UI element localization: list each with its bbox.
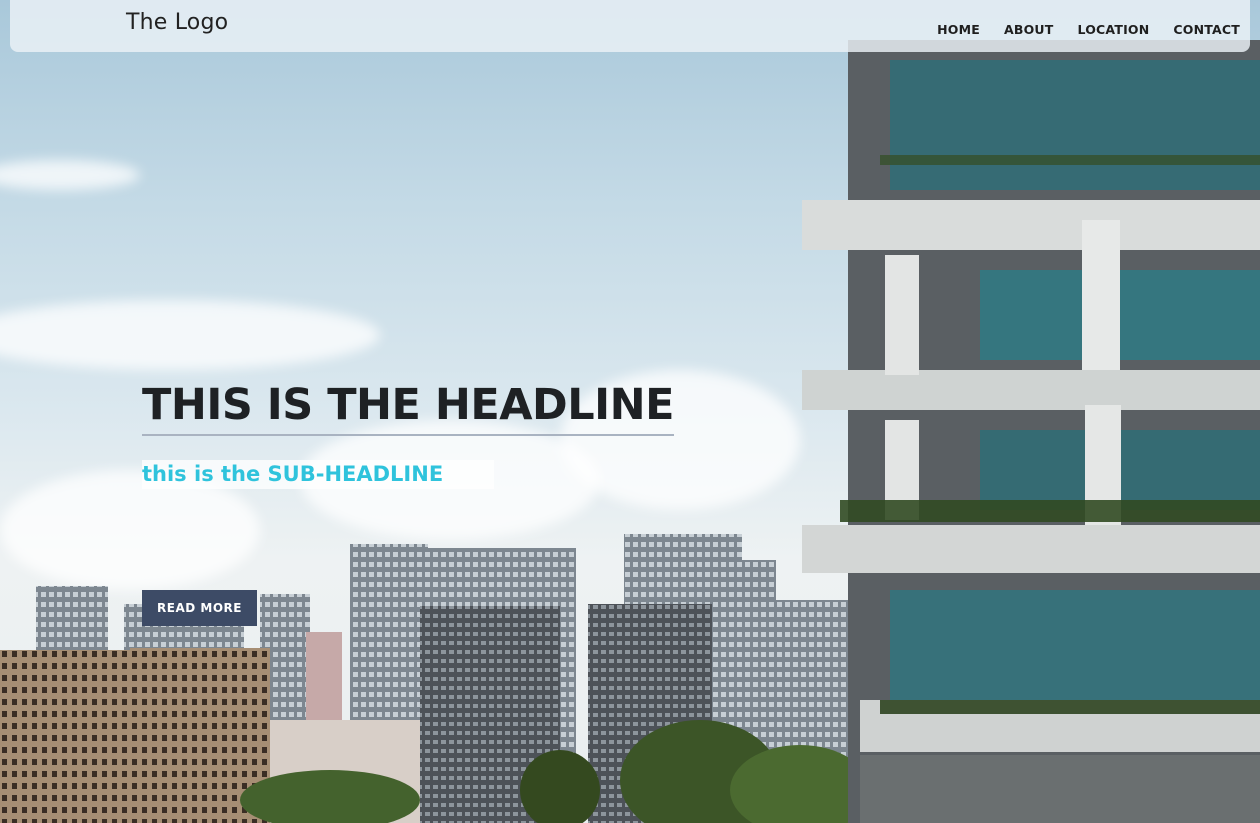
hero-headline: THIS IS THE HEADLINE xyxy=(142,380,674,436)
nav-home-link[interactable]: HOME xyxy=(937,22,980,37)
site-logo[interactable]: The Logo xyxy=(126,10,228,35)
nav-location-link[interactable]: LOCATION xyxy=(1078,22,1150,37)
main-nav: HOME ABOUT LOCATION CONTACT xyxy=(937,22,1240,37)
hero-subheadline: this is the SUB-HEADLINE xyxy=(142,460,494,489)
nav-about-link[interactable]: ABOUT xyxy=(1004,22,1054,37)
read-more-button[interactable]: READ MORE xyxy=(142,590,257,626)
top-navbar: The Logo HOME ABOUT LOCATION CONTACT xyxy=(10,0,1250,52)
nav-contact-link[interactable]: CONTACT xyxy=(1173,22,1240,37)
